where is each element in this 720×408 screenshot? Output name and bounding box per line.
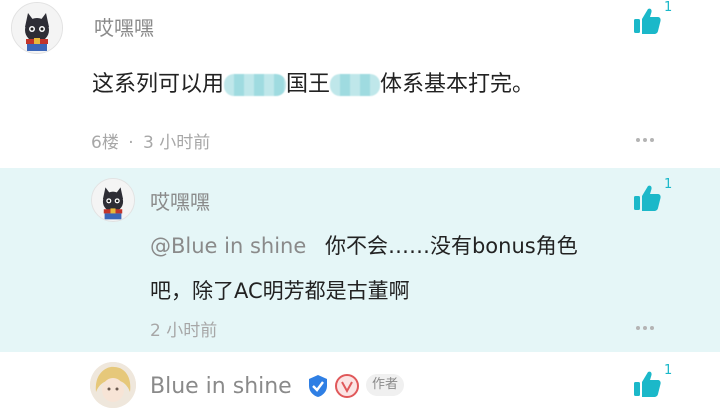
floor-number: 6楼	[91, 133, 119, 153]
comment-text-part: 这系列可以用	[92, 72, 225, 97]
avatar[interactable]	[91, 178, 135, 222]
comment-author[interactable]: 哎嘿嘿	[94, 12, 154, 41]
thumbs-up-icon	[634, 185, 661, 211]
redacted-text	[330, 74, 381, 96]
dot-icon	[643, 138, 647, 142]
dot-icon	[643, 326, 647, 330]
thumbs-up-icon	[634, 8, 661, 34]
reply-text: 你不会……没有bonus角色	[324, 234, 578, 258]
cat-avatar-icon	[92, 179, 134, 221]
comment-text-part: 国王	[286, 72, 331, 97]
like-count: 1	[664, 177, 673, 192]
level-badge-icon	[335, 374, 359, 398]
comment-author[interactable]: Blue in shine	[150, 374, 292, 399]
user-avatar-icon	[90, 362, 136, 408]
dot-icon	[636, 138, 640, 142]
comment-text: 这系列可以用 国王 体系基本打完。	[92, 66, 534, 98]
like-button[interactable]: 1	[632, 363, 672, 399]
dot-icon	[650, 138, 654, 142]
comment-time: 3 小时前	[143, 133, 211, 153]
dot-icon	[636, 326, 640, 330]
like-button[interactable]: 1	[632, 0, 672, 36]
avatar[interactable]	[11, 2, 63, 54]
reply-time: 2 小时前	[150, 321, 218, 341]
more-options-button[interactable]	[636, 326, 654, 330]
like-button[interactable]: 1	[632, 177, 672, 213]
reply-text-line-1: @Blue in shine 你不会……没有bonus角色	[150, 230, 578, 260]
author-badge: 作者	[366, 374, 405, 396]
thumbs-up-icon	[634, 371, 661, 397]
verified-badge	[306, 374, 330, 398]
reply-text-line-2: 吧，除了AC明芳都是古董啊	[150, 279, 410, 303]
level-badge	[334, 373, 360, 399]
mention-link[interactable]: @Blue in shine	[150, 234, 306, 258]
dot-icon	[650, 326, 654, 330]
comment-text-part: 体系基本打完。	[380, 72, 535, 97]
meta-separator: ·	[128, 133, 134, 153]
like-count: 1	[664, 0, 673, 15]
more-options-button[interactable]	[636, 138, 654, 142]
reply-author[interactable]: 哎嘿嘿	[150, 186, 210, 215]
like-count: 1	[664, 363, 673, 378]
avatar[interactable]	[90, 362, 136, 408]
cat-avatar-icon	[12, 3, 62, 53]
redacted-text	[224, 74, 287, 96]
verified-shield-icon	[309, 375, 327, 397]
comment-meta: 6楼 · 3 小时前	[91, 128, 210, 153]
